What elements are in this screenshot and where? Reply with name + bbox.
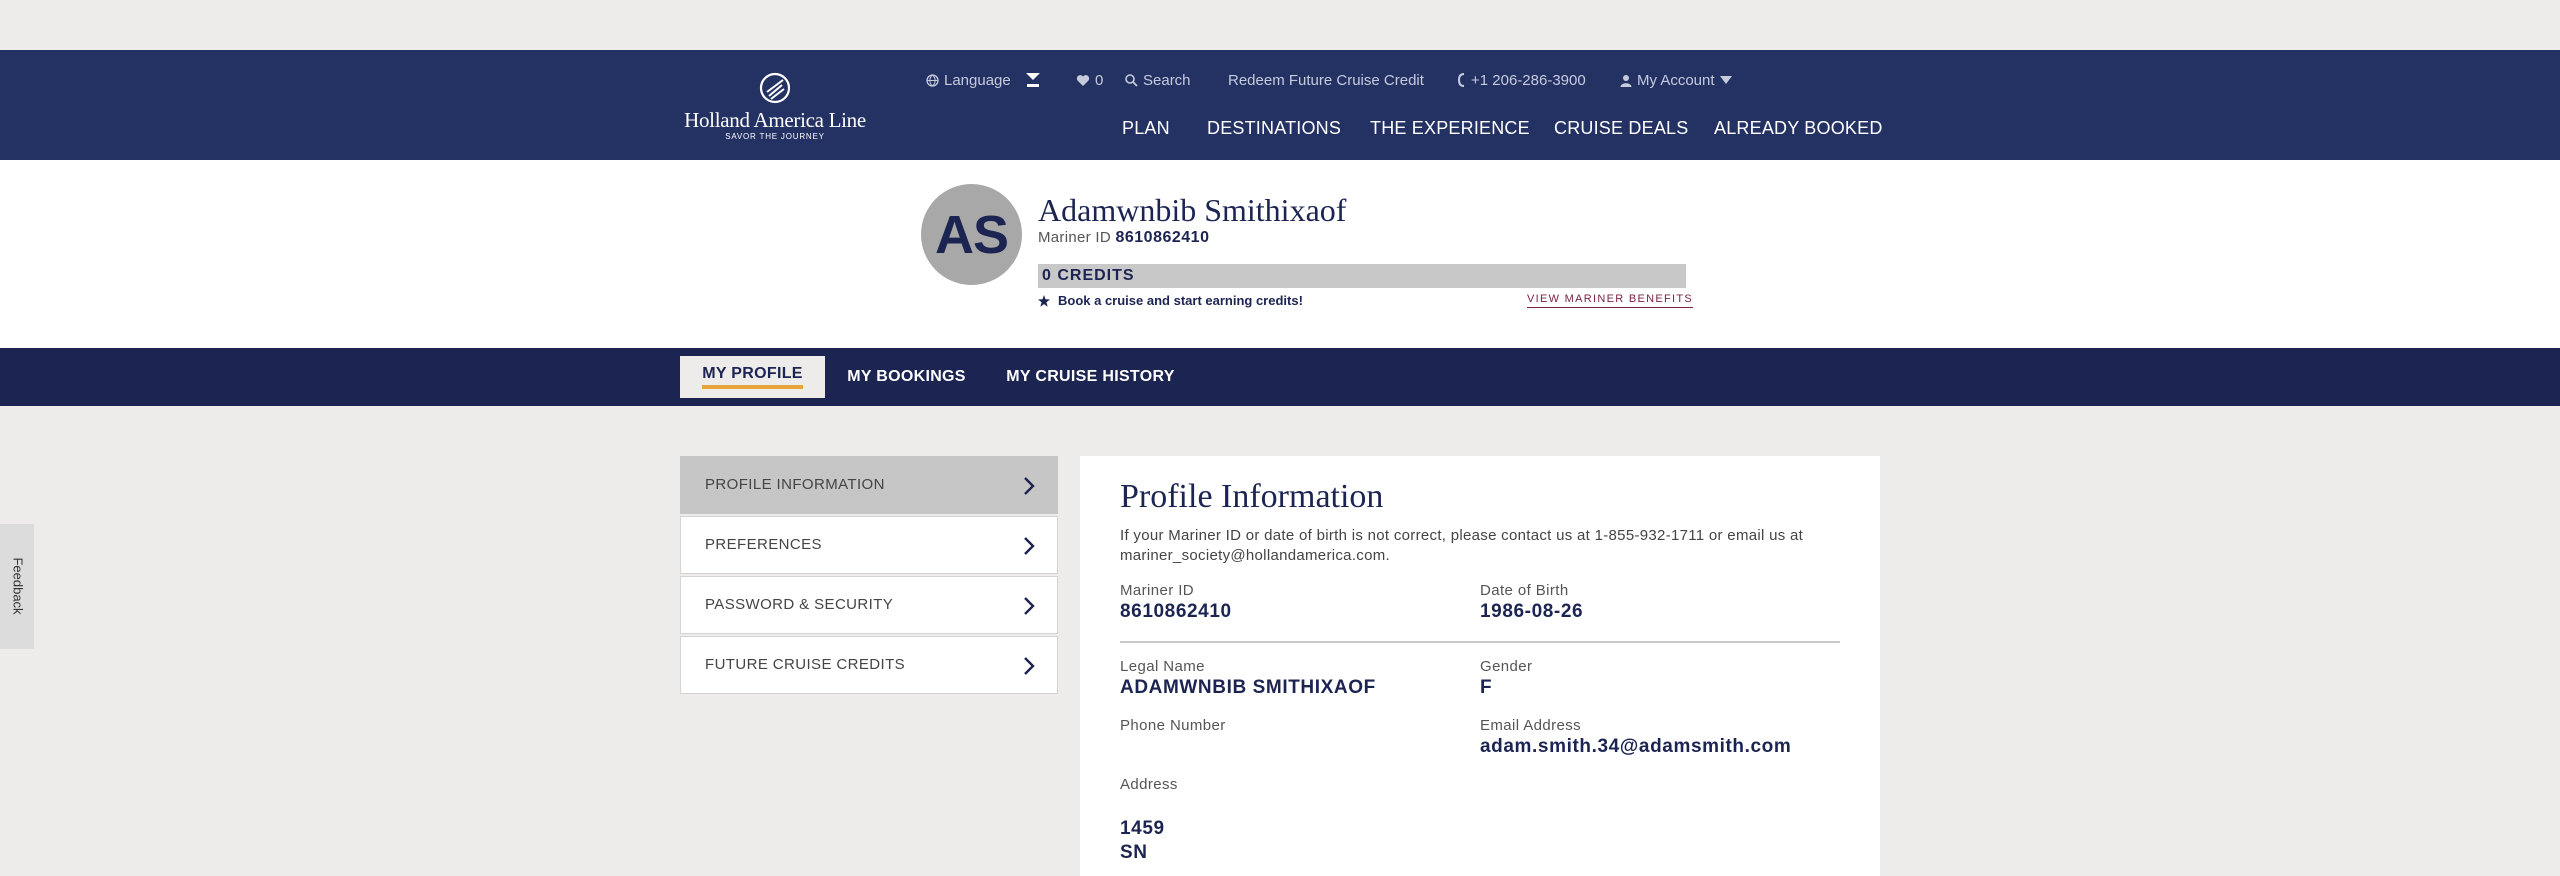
nav-the-experience[interactable]: THE EXPERIENCE: [1370, 118, 1530, 139]
tab-my-cruise-history-label: MY CRUISE HISTORY: [1006, 368, 1175, 385]
profile-header: AS Adamwnbib Smithixaof Mariner ID 86108…: [0, 160, 2560, 348]
favorites-link[interactable]: 0: [1076, 70, 1103, 90]
view-mariner-benefits-link[interactable]: VIEW MARINER BENEFITS: [1527, 293, 1694, 308]
email-field-label: Email Address: [1480, 717, 1582, 734]
globe-icon: [926, 73, 939, 87]
dob-field-label: Date of Birth: [1480, 582, 1569, 599]
sidebar-item-label: PROFILE INFORMATION: [705, 476, 885, 493]
mariner-id-field-value: 8610862410: [1120, 601, 1232, 622]
sidebar-item-preferences[interactable]: PREFERENCES: [680, 516, 1058, 574]
mariner-id-line: Mariner ID 8610862410: [1038, 229, 1209, 247]
email-field-value: adam.smith.34@adamsmith.com: [1480, 736, 1792, 757]
phone-label: +1 206-286-3900: [1471, 71, 1586, 89]
mariner-id-label: Mariner ID: [1038, 229, 1112, 246]
page-title: Profile Information: [1120, 478, 1384, 515]
avatar: AS: [921, 184, 1022, 285]
chevron-right-icon: [1024, 657, 1035, 675]
profile-information-card: Profile Information If your Mariner ID o…: [1080, 456, 1880, 876]
dob-field-value: 1986-08-26: [1480, 601, 1584, 622]
feedback-label: Feedback: [10, 557, 26, 615]
nav-cruise-deals[interactable]: CRUISE DEALS: [1554, 118, 1688, 139]
ship-emblem-icon: [759, 72, 791, 104]
chevron-right-icon: [1024, 477, 1035, 495]
language-label: Language: [944, 71, 1011, 89]
sidebar-item-label: PREFERENCES: [705, 536, 822, 553]
gender-field-value: F: [1480, 677, 1493, 698]
tab-my-bookings[interactable]: MY BOOKINGS: [840, 356, 973, 398]
search-link[interactable]: Search: [1125, 70, 1191, 90]
sidebar-item-label: PASSWORD & SECURITY: [705, 596, 894, 613]
sidebar-item-future-cruise-credits[interactable]: FUTURE CRUISE CREDITS: [680, 636, 1058, 694]
chevron-right-icon: [1024, 597, 1035, 615]
top-navigation: Holland America Line SAVOR THE JOURNEY L…: [0, 50, 2560, 160]
credits-bar: 0 CREDITS: [1038, 264, 1686, 288]
feedback-tab[interactable]: Feedback: [0, 524, 34, 649]
chevron-down-icon: [1025, 73, 1040, 87]
brand-logo[interactable]: Holland America Line SAVOR THE JOURNEY: [680, 70, 870, 142]
sidebar-item-profile-information[interactable]: PROFILE INFORMATION: [680, 456, 1058, 514]
sidebar-item-password-security[interactable]: PASSWORD & SECURITY: [680, 576, 1058, 634]
language-selector[interactable]: Language: [926, 70, 1042, 90]
account-label: My Account: [1637, 71, 1715, 89]
profile-intro-text: If your Mariner ID or date of birth is n…: [1120, 527, 1804, 564]
nav-plan[interactable]: PLAN: [1122, 118, 1170, 139]
sidebar-item-label: FUTURE CRUISE CREDITS: [705, 656, 906, 673]
search-label: Search: [1143, 71, 1191, 89]
phone-field-label: Phone Number: [1120, 717, 1226, 734]
search-icon: [1125, 73, 1138, 87]
gender-field-label: Gender: [1480, 658, 1533, 675]
divider: [1120, 641, 1840, 643]
caret-down-icon: [1719, 76, 1732, 84]
tab-my-profile-label: MY PROFILE: [702, 365, 803, 389]
star-icon: [1038, 294, 1050, 307]
earn-text: Book a cruise and start earning credits!: [1058, 293, 1303, 308]
redeem-label: Redeem Future Cruise Credit: [1228, 71, 1424, 89]
brand-name: Holland America Line: [684, 108, 866, 132]
heart-icon: [1076, 74, 1090, 86]
address-line-2: SN: [1120, 842, 1148, 863]
mariner-id-field-label: Mariner ID: [1120, 582, 1195, 599]
brand-tagline: SAVOR THE JOURNEY: [725, 132, 825, 141]
user-icon: [1620, 74, 1632, 87]
nav-already-booked[interactable]: ALREADY BOOKED: [1714, 118, 1883, 139]
chevron-right-icon: [1024, 537, 1035, 555]
phone-icon: [1457, 73, 1465, 87]
profile-name: Adamwnbib Smithixaof: [1038, 192, 1347, 228]
account-tab-bar: MY PROFILE MY BOOKINGS MY CRUISE HISTORY: [0, 348, 2560, 406]
my-account-menu[interactable]: My Account: [1620, 70, 1732, 90]
credits-label: 0 CREDITS: [1042, 267, 1135, 284]
address-line-1: 1459: [1120, 818, 1165, 839]
legal-name-field-value: ADAMWNBIB SMITHIXAOF: [1120, 677, 1376, 698]
address-field-label: Address: [1120, 776, 1178, 793]
tab-my-cruise-history[interactable]: MY CRUISE HISTORY: [1004, 356, 1177, 398]
tab-my-bookings-label: MY BOOKINGS: [847, 368, 966, 385]
earn-credits-message: Book a cruise and start earning credits!: [1038, 293, 1303, 308]
mariner-id-value: 8610862410: [1115, 229, 1210, 246]
tab-my-profile[interactable]: MY PROFILE: [680, 356, 825, 398]
redeem-credit-link[interactable]: Redeem Future Cruise Credit: [1228, 70, 1424, 90]
nav-destinations[interactable]: DESTINATIONS: [1207, 118, 1341, 139]
phone-link[interactable]: +1 206-286-3900: [1457, 70, 1586, 90]
legal-name-field-label: Legal Name: [1120, 658, 1205, 675]
favorites-count: 0: [1095, 71, 1104, 89]
